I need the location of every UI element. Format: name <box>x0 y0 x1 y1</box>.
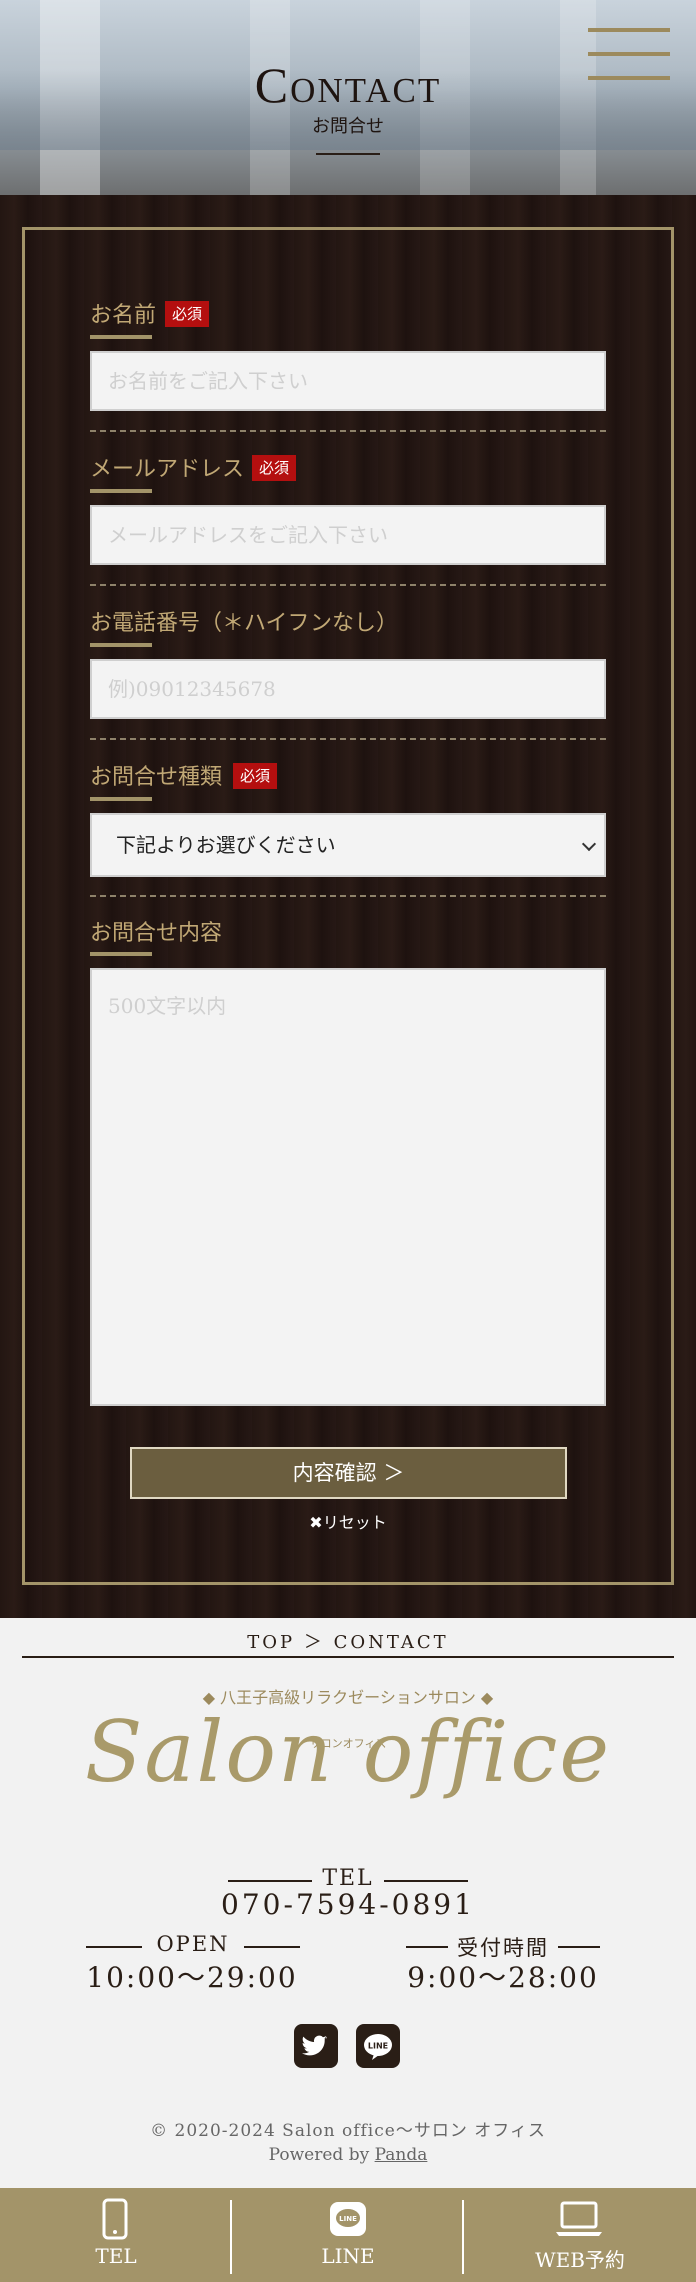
salon-logo: Salon office <box>84 1703 612 1801</box>
rule <box>406 1946 448 1948</box>
copyright: © 2020-2024 Salon office〜サロン オフィス <box>150 2121 546 2141</box>
powered-by: Powered by Panda <box>0 2145 696 2165</box>
required-badge: 必須 <box>252 455 297 481</box>
smartphone-icon <box>102 2198 128 2240</box>
select-value: 下記よりお選びください <box>116 833 336 857</box>
nav-web[interactable]: WEB予約 <box>464 2188 696 2282</box>
phone-label: お電話番号（＊ハイフンなし） <box>90 611 399 636</box>
chevron-down-icon <box>581 836 597 852</box>
label-underline <box>90 797 152 801</box>
nav-line-label: LINE <box>321 2244 375 2268</box>
page-subtitle: お問合せ <box>312 116 384 137</box>
rule <box>244 1946 300 1948</box>
hamburger-menu-icon[interactable] <box>588 28 670 84</box>
message-textarea[interactable]: 500文字以内 <box>90 968 606 1406</box>
line-icon[interactable]: LINE <box>356 2024 400 2068</box>
title-underline <box>316 153 380 155</box>
divider <box>90 895 606 897</box>
open-hours: 10:00〜29:00 <box>86 1961 298 1994</box>
label-underline <box>90 643 152 647</box>
hero-header: Contact お問合せ <box>0 0 696 195</box>
name-label: お名前 <box>90 303 157 328</box>
email-label: メールアドレス <box>90 457 245 482</box>
powered-link[interactable]: Panda <box>375 2145 428 2165</box>
name-input[interactable]: お名前をご記入下さい <box>90 351 606 411</box>
divider <box>90 738 606 740</box>
email-input[interactable]: メールアドレスをご記入下さい <box>90 505 606 565</box>
label-underline <box>90 335 152 339</box>
breadcrumb-underline <box>22 1656 674 1658</box>
reception-hours: 9:00〜28:00 <box>407 1961 599 1994</box>
svg-text:LINE: LINE <box>368 2042 388 2051</box>
label-underline <box>90 952 152 956</box>
required-badge: 必須 <box>233 763 278 789</box>
laptop-icon <box>556 2201 602 2236</box>
svg-text:LINE: LINE <box>339 2215 357 2223</box>
inquiry-type-label: お問合せ種類 <box>90 765 223 790</box>
powered-prefix: Powered by <box>268 2145 370 2165</box>
message-label: お問合せ内容 <box>90 921 223 946</box>
confirm-button[interactable]: 内容確認 ＞ <box>130 1447 567 1499</box>
contact-form-section: お名前 必須 お名前をご記入下さい メールアドレス 必須 メールアドレスをご記入… <box>0 195 696 1618</box>
label-underline <box>90 489 152 493</box>
bottom-nav: TEL LINE LINE WEB予約 <box>0 2188 696 2282</box>
nav-web-label: WEB予約 <box>535 2248 625 2272</box>
tel-number[interactable]: 070-7594-0891 <box>0 1888 696 1921</box>
divider <box>90 584 606 586</box>
nav-tel-label: TEL <box>95 2244 137 2268</box>
divider <box>90 430 606 432</box>
nav-tel[interactable]: TEL <box>0 2188 232 2282</box>
required-badge: 必須 <box>165 301 210 327</box>
inquiry-type-select[interactable]: 下記よりお選びください <box>90 813 606 877</box>
rule <box>86 1946 142 1948</box>
phone-input[interactable]: 例)09012345678 <box>90 659 606 719</box>
open-label: OPEN <box>156 1932 230 1956</box>
breadcrumb[interactable]: TOP ＞ CONTACT <box>0 1628 696 1654</box>
nav-line[interactable]: LINE LINE <box>232 2188 464 2282</box>
line-icon: LINE <box>330 2202 366 2236</box>
rule <box>558 1946 600 1948</box>
twitter-icon[interactable] <box>294 2024 338 2068</box>
reset-button[interactable]: ✖リセット <box>0 1509 696 1533</box>
